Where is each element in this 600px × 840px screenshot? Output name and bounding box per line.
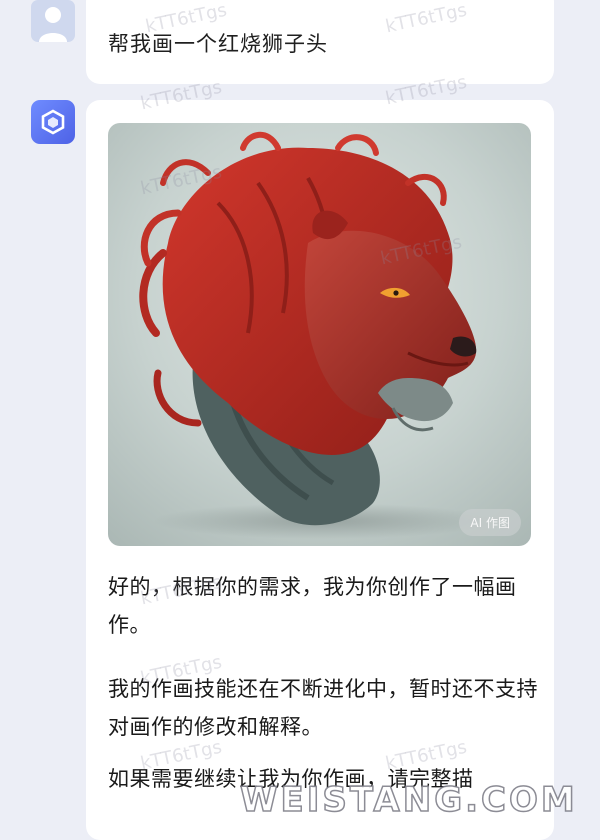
user-message-text: 帮我画一个红烧狮子头	[108, 32, 328, 56]
user-avatar-icon	[39, 7, 67, 42]
site-watermark: WEISTANG.COM	[239, 779, 578, 821]
bot-paragraph-2: 我的作画技能还在不断进化中，暂时还不支持对画作的修改和解释。	[108, 677, 538, 739]
bot-paragraph-1: 好的，根据你的需求，我为你创作了一幅画作。	[108, 575, 517, 637]
ai-generated-badge: AI 作图	[459, 509, 521, 536]
generated-lion-image[interactable]: AI 作图	[108, 123, 531, 546]
user-avatar[interactable]	[31, 0, 75, 42]
lion-illustration	[139, 131, 493, 539]
bot-avatar[interactable]	[31, 100, 75, 144]
bot-avatar-icon	[41, 109, 65, 135]
